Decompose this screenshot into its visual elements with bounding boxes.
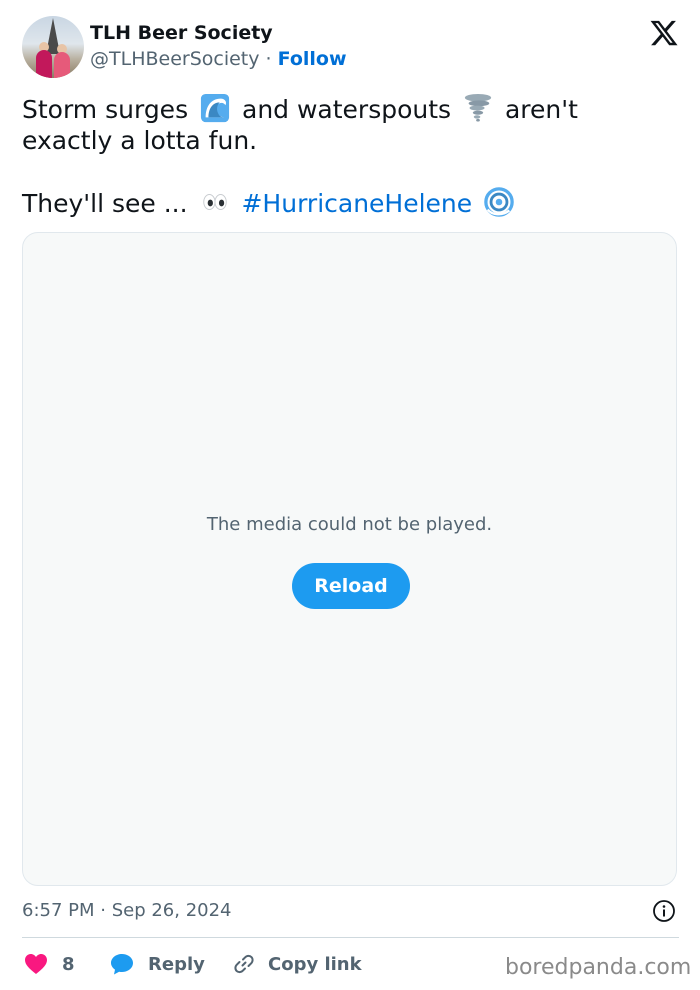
tweet-text-segment: and waterspouts bbox=[242, 95, 452, 124]
tweet-text: Storm surges and waterspouts aren't exac… bbox=[22, 93, 662, 219]
x-logo-icon[interactable] bbox=[649, 18, 679, 48]
eyes-icon bbox=[202, 194, 227, 210]
reload-button[interactable]: Reload bbox=[292, 563, 410, 609]
tornado-icon bbox=[464, 93, 492, 122]
tweet-card: TLH Beer Society @TLHBeerSociety · Follo… bbox=[0, 0, 700, 990]
tweet-line-3: They'll see ... #HurricaneHelene bbox=[22, 187, 662, 219]
link-icon bbox=[234, 954, 254, 974]
copy-link-label: Copy link bbox=[268, 953, 362, 975]
media-player: The media could not be played. Reload bbox=[22, 232, 677, 886]
watermark: boredpanda.com bbox=[505, 955, 692, 980]
tweet-text-segment: Storm surges bbox=[22, 95, 189, 124]
hashtag-link[interactable]: #HurricaneHelene bbox=[241, 189, 472, 218]
follow-link[interactable]: Follow bbox=[278, 48, 347, 70]
avatar[interactable] bbox=[22, 16, 84, 78]
info-icon[interactable] bbox=[652, 899, 676, 923]
cyclone-icon bbox=[484, 187, 514, 217]
reply-bubble-icon bbox=[111, 954, 133, 975]
like-count: 8 bbox=[62, 953, 75, 975]
tweet-text-segment: aren't bbox=[504, 95, 578, 124]
divider bbox=[22, 937, 679, 938]
heart-icon bbox=[25, 954, 47, 974]
author-display-name[interactable]: TLH Beer Society bbox=[90, 22, 273, 44]
reply-button[interactable]: Reply bbox=[110, 950, 205, 978]
tweet-timestamp[interactable]: 6:57 PM · Sep 26, 2024 bbox=[22, 900, 232, 921]
media-error-message: The media could not be played. bbox=[206, 514, 493, 535]
tweet-line-2: exactly a lotta fun. bbox=[22, 126, 258, 155]
copy-link-button[interactable]: Copy link bbox=[232, 950, 362, 978]
handle-separator: · bbox=[265, 48, 272, 70]
water-wave-icon bbox=[200, 93, 230, 123]
author-handle-row: @TLHBeerSociety · Follow bbox=[90, 48, 347, 70]
tweet-line-1: Storm surges and waterspouts aren't bbox=[22, 93, 662, 125]
reply-label: Reply bbox=[148, 953, 205, 975]
author-handle[interactable]: @TLHBeerSociety bbox=[90, 48, 260, 70]
like-button[interactable]: 8 bbox=[24, 950, 75, 978]
tweet-text-segment: They'll see ... bbox=[22, 189, 188, 218]
